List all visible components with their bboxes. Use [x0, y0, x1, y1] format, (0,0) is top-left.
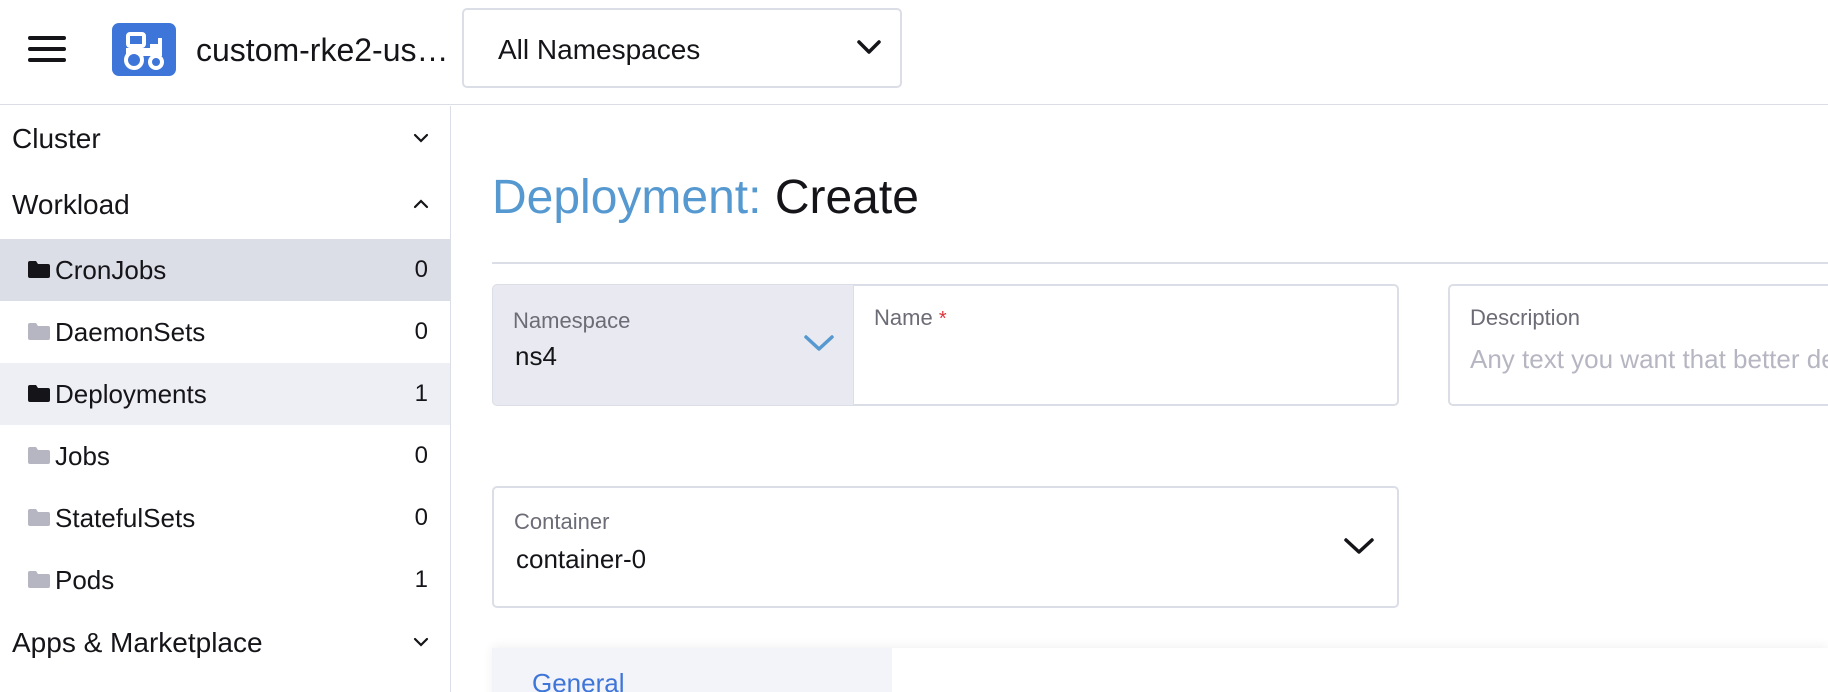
sidebar-item-count: 0 [414, 442, 428, 469]
container-label: Container [514, 509, 610, 534]
sidebar-item-count: 0 [414, 256, 428, 283]
sidebar-group-workload[interactable]: Workload [0, 174, 450, 236]
tabbed-panel: General [492, 648, 1828, 692]
tab-general[interactable]: General [532, 666, 625, 692]
folder-icon [28, 571, 50, 588]
sidebar-item-jobs[interactable]: Jobs 0 [0, 425, 450, 487]
title-divider [492, 262, 1828, 264]
description-input[interactable]: Description Any text you want that bette… [1448, 284, 1828, 406]
description-placeholder: Any text you want that better describes … [1470, 344, 1828, 374]
sidebar-item-cronjobs[interactable]: CronJobs 0 [0, 239, 450, 301]
sidebar-item-pods[interactable]: Pods 1 [0, 549, 450, 611]
description-label: Description [1470, 305, 1581, 330]
namespace-value: ns4 [515, 341, 557, 371]
sidebar-item-count: 1 [414, 566, 428, 593]
tab-list: General [492, 648, 892, 692]
folder-icon [28, 447, 50, 464]
title-resource-link[interactable]: Deployment: [492, 171, 761, 224]
sidebar-group-label: Apps & Marketplace [12, 627, 263, 658]
sidebar-item-deployments[interactable]: Deployments 1 [0, 363, 450, 425]
container-value: container-0 [516, 544, 647, 574]
chevron-down-icon [413, 133, 429, 143]
namespace-filter-value: All Namespaces [498, 34, 701, 65]
sidebar-item-label: CronJobs [55, 255, 167, 285]
folder-icon [28, 261, 50, 278]
sidebar-item-label: DaemonSets [55, 317, 206, 347]
namespace-filter-select[interactable]: All Namespaces [462, 8, 902, 88]
required-mark: * [938, 308, 947, 330]
hamburger-menu-icon[interactable] [28, 34, 66, 64]
title-action: Create [774, 171, 919, 224]
folder-icon [28, 385, 50, 402]
sidebar-item-statefulsets[interactable]: StatefulSets 0 [0, 487, 450, 549]
sidebar-item-count: 0 [414, 318, 428, 345]
tractor-icon[interactable] [112, 23, 176, 76]
namespace-select[interactable]: Namespace ns4 [492, 284, 854, 406]
name-input[interactable]: Name * [853, 284, 1399, 406]
sidebar-group-label: Cluster [12, 123, 101, 154]
sidebar-group-apps-marketplace[interactable]: Apps & Marketplace [0, 612, 450, 674]
sidebar-item-count: 0 [414, 504, 428, 531]
sidebar-item-label: StatefulSets [55, 503, 196, 533]
top-header: custom-rke2-us… All Namespaces [0, 0, 1828, 105]
main-content: Deployment: Create Namespace ns4 Name * … [452, 106, 1828, 692]
chevron-down-icon [413, 637, 429, 647]
name-label: Name * [874, 305, 947, 330]
container-select[interactable]: Container container-0 [492, 486, 1399, 608]
namespace-label: Namespace [513, 308, 631, 333]
chevron-down-icon [1344, 538, 1374, 554]
chevron-down-icon [857, 40, 881, 54]
chevron-down-icon [804, 335, 834, 351]
sidebar-group-cluster[interactable]: Cluster [0, 108, 450, 170]
cluster-name: custom-rke2-us… [196, 32, 449, 68]
sidebar-item-label: Pods [55, 565, 115, 595]
sidebar-group-label: Workload [12, 189, 130, 220]
page-title: Deployment: Create [492, 168, 919, 228]
chevron-up-icon [413, 199, 429, 209]
sidebar-item-label: Deployments [55, 379, 207, 409]
sidebar-nav: Cluster Workload CronJobs 0 DaemonSets 0… [0, 106, 451, 692]
sidebar-item-count: 1 [414, 380, 428, 407]
folder-icon [28, 323, 50, 340]
sidebar-item-daemonsets[interactable]: DaemonSets 0 [0, 301, 450, 363]
folder-icon [28, 509, 50, 526]
sidebar-item-label: Jobs [55, 441, 110, 471]
